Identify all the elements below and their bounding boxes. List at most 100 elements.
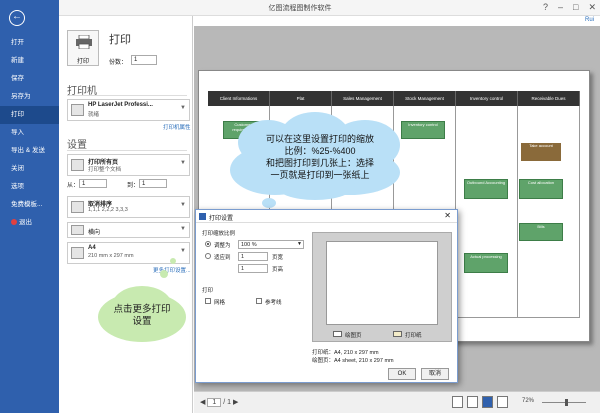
lane-header: Inventory control [456,91,518,106]
chevron-down-icon: ▼ [297,241,302,247]
fit-height-input[interactable]: 1 [238,264,268,273]
printer-small-icon [71,104,84,116]
printer-properties-link[interactable]: 打印机属性 [163,123,191,131]
pages-icon [71,159,84,171]
lane-header: Sales Management [332,91,394,106]
fit-width-input[interactable]: 1 [238,252,268,261]
copies-label: 份数： [109,60,128,66]
collate-dropdown[interactable]: 取消排序 1,1,1 2,2,2 3,3,3 ▼ [67,196,190,218]
menu-print[interactable]: 打印 [0,106,59,124]
full-screen-icon[interactable] [497,396,508,408]
prev-page-icon[interactable]: ◀ [200,399,205,406]
legend-page-label: 绘图页 [345,333,362,339]
menu-free-templates[interactable]: 免费模板... [0,196,59,214]
from-input[interactable]: 1 [79,179,107,188]
more-print-settings-link[interactable]: 更多打印设置... [153,266,191,274]
help-icon[interactable]: ? [543,2,548,13]
lane-header: Client Informations [208,91,270,106]
flow-shape: Take account [521,143,561,161]
paper-subtitle: 210 mm x 297 mm [88,253,134,259]
menu-export-send[interactable]: 导出 & 发送 [0,142,59,160]
minimize-icon[interactable]: – [558,2,563,13]
single-page-icon[interactable] [452,396,463,408]
fit-to-label: 适应到 [214,255,231,261]
chevron-down-icon: ▼ [180,202,186,208]
dialog-preview: 绘图页 打印纸 [312,232,452,342]
collate-subtitle: 1,1,1 2,2,2 3,3,3 [88,207,128,213]
zoom-level: 72% [522,398,535,404]
menu-exit[interactable]: 退出 [0,214,59,232]
flow-shape: Bills [519,223,563,241]
settings-heading: 设置 [67,140,87,151]
green-callout-text: 点击更多打印 设置 [113,304,171,327]
menu-new[interactable]: 新建 [0,52,59,70]
print-button[interactable]: 打印 [67,30,99,66]
orientation-dropdown[interactable]: 横向 ▼ [67,222,190,238]
copies-input[interactable]: 1 [131,55,157,65]
legend-page-swatch [333,331,342,337]
file-menu: 打开 新建 保存 另存为 打印 导入 导出 & 发送 关闭 选项 免费模板...… [0,34,59,232]
preview-paper [326,241,438,325]
flow-shape: Inventory control [401,121,445,139]
printer-name: HP LaserJet Professi... [88,102,153,108]
legend-paper-swatch [393,331,402,337]
menu-save[interactable]: 保存 [0,70,59,88]
printer-dropdown[interactable]: HP LaserJet Professi... 就绪 ▼ [67,99,190,121]
guides-checkbox[interactable] [256,298,262,304]
print-settings-dialog: 打印设置 ✕ 打印缩放比例 调整为 100 % ▼ 适应到 1 页宽 1 页高 … [195,209,458,383]
callout-cloud-text: 可以在这里设置打印的缩放 比例：%25-%400 和把图打印到几张上：选择 一页… [265,134,374,180]
print-button-label: 打印 [76,59,89,65]
guides-label: 参考线 [265,300,282,306]
back-arrow-icon[interactable]: ← [9,10,25,26]
fit-page-icon[interactable] [467,396,478,408]
window-controls: ? – □ ✕ [543,2,596,13]
from-label: 从： [67,183,80,189]
chevron-down-icon: ▼ [180,160,186,166]
print-range-dropdown[interactable]: 打印所有页 打印整个文档 ▼ [67,154,190,176]
print-settings-panel: 打印 打印 份数： 1 打印机 HP LaserJet Professi... … [59,16,193,413]
paper-icon [71,247,84,259]
status-bar: ◀ 1 / 1 ▶ 72% [194,391,600,413]
maximize-icon[interactable]: □ [573,2,578,13]
page-nav: ◀ 1 / 1 ▶ [200,398,238,407]
window-title: 亿图流程图制作软件 [268,5,332,12]
chevron-down-icon: ▼ [180,226,186,232]
close-icon[interactable]: ✕ [444,211,451,220]
menu-open[interactable]: 打开 [0,34,59,52]
page-width-icon[interactable] [482,396,493,408]
to-input[interactable]: 1 [139,179,167,188]
menu-options[interactable]: 选项 [0,178,59,196]
chevron-down-icon: ▼ [180,248,186,254]
menu-close[interactable]: 关闭 [0,160,59,178]
scale-section-label: 打印缩放比例 [202,231,236,237]
fit-to-radio[interactable] [205,253,211,259]
printer-paper-info: 打印纸：A4, 210 x 297 mm [312,350,379,356]
menu-exit-label: 退出 [19,219,32,226]
zoom-slider[interactable] [542,402,586,403]
user-name[interactable]: Rui [585,17,594,23]
grid-checkbox[interactable] [205,298,211,304]
cancel-button[interactable]: 取消 [421,368,449,380]
page-number-input[interactable]: 1 [207,398,222,407]
adjust-label: 调整为 [214,243,231,249]
dialog-title-bar: 打印设置 ✕ [196,210,457,223]
next-page-icon[interactable]: ▶ [233,399,238,406]
title-bar: 亿图流程图制作软件 ? – □ ✕ [0,0,600,16]
scale-percent-select[interactable]: 100 % [238,240,304,249]
dialog-title: 打印设置 [209,216,234,222]
zoom-slider-handle[interactable] [565,399,568,406]
ok-button[interactable]: OK [388,368,416,380]
menu-save-as[interactable]: 另存为 [0,88,59,106]
paper-title: A4 [88,245,96,251]
lane-header: Receivable Dues [518,91,580,106]
menu-import[interactable]: 导入 [0,124,59,142]
grid-label: 网格 [214,300,226,306]
orientation-title: 横向 [88,230,101,236]
flow-shape: Outbound Accounting [464,179,508,199]
dialog-icon [199,213,206,220]
adjust-radio[interactable] [205,241,211,247]
printer-status: 就绪 [88,112,100,118]
divider [67,150,187,151]
close-icon[interactable]: ✕ [588,2,596,13]
printer-icon [76,35,92,49]
